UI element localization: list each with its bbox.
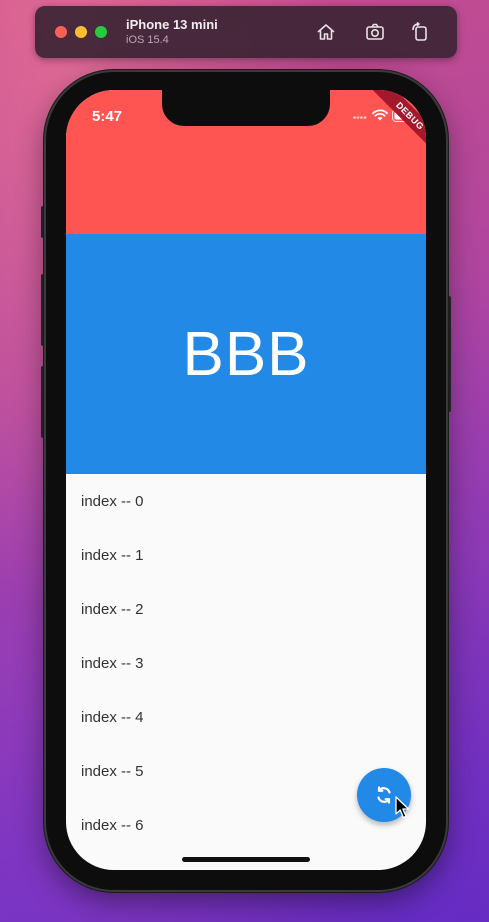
close-window-button[interactable] [55, 26, 67, 38]
list-item[interactable]: index -- 1 [66, 528, 426, 582]
status-time: 5:47 [92, 108, 123, 125]
cellular-icon [353, 116, 367, 119]
rotate-icon[interactable] [409, 21, 431, 43]
volume-up-button [41, 274, 45, 346]
silent-switch [41, 206, 45, 238]
device-os-version: iOS 15.4 [126, 34, 169, 46]
device-name: iPhone 13 mini [126, 17, 218, 32]
simulator-toolbar: iPhone 13 mini iOS 15.4 [35, 6, 457, 58]
volume-down-button [41, 366, 45, 438]
mouse-pointer-icon [395, 796, 411, 820]
wifi-icon [372, 109, 388, 121]
list-item[interactable]: index -- 3 [66, 636, 426, 690]
zoom-window-button[interactable] [95, 26, 107, 38]
list-item[interactable]: index -- 0 [66, 474, 426, 528]
list-item[interactable]: index -- 4 [66, 690, 426, 744]
minimize-window-button[interactable] [75, 26, 87, 38]
hero-title: BBB [182, 319, 310, 389]
power-button [447, 296, 451, 412]
screenshot-icon[interactable] [364, 21, 386, 43]
home-icon[interactable] [315, 21, 337, 43]
hero-header: BBB [66, 234, 426, 474]
refresh-icon [374, 785, 394, 805]
home-indicator[interactable] [182, 857, 310, 862]
list-item[interactable]: index -- 2 [66, 582, 426, 636]
notch [162, 90, 330, 126]
phone-screen: 5:47 DEBUG BBB index -- 0 index -- 1 ind… [66, 90, 426, 870]
